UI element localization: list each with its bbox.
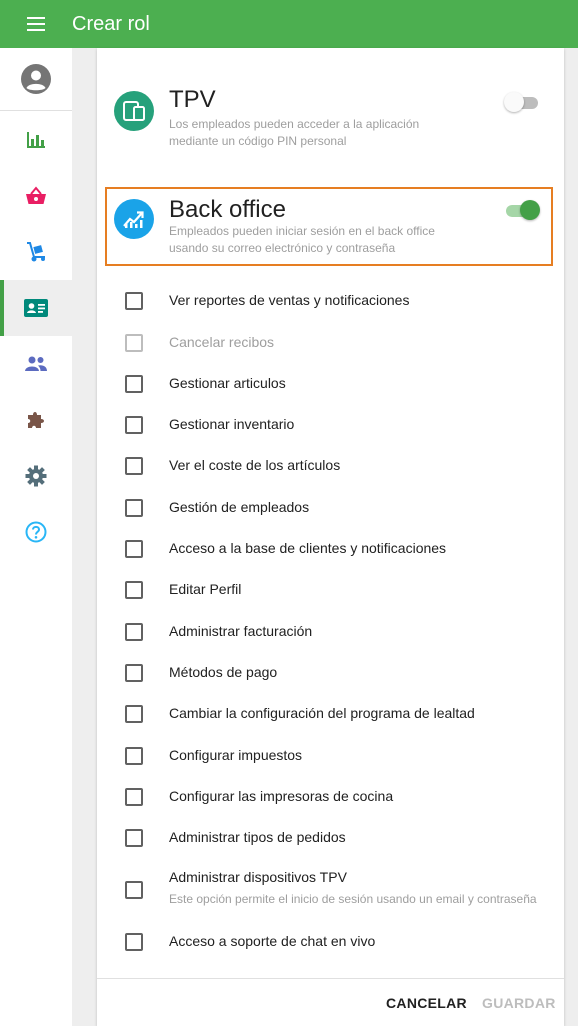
permission-checkbox[interactable]	[125, 788, 143, 806]
permission-label: Ver reportes de ventas y notificaciones	[169, 292, 410, 308]
permission-label: Gestión de empleados	[169, 499, 310, 515]
permission-label: Acceso a la base de clientes y notificac…	[169, 540, 447, 556]
permission-label: Configurar las impresoras de cocina	[169, 788, 394, 804]
backoffice-toggle[interactable]	[504, 200, 540, 220]
page-title: Crear rol	[72, 12, 150, 35]
permission-checkbox[interactable]	[125, 334, 143, 352]
tpv-toggle[interactable]	[504, 92, 540, 112]
permission-item[interactable]: Acceso a la base de clientes y notificac…	[97, 529, 564, 569]
app-bar: Crear rol	[0, 0, 578, 48]
permission-checkbox[interactable]	[125, 829, 143, 847]
permission-label: Ver el coste de los artículos	[169, 457, 341, 473]
permission-item[interactable]: Cambiar la configuración del programa de…	[97, 694, 564, 734]
permission-checkbox[interactable]	[125, 747, 143, 765]
permission-item[interactable]: Gestión de empleados	[97, 488, 564, 528]
help-icon	[25, 521, 47, 543]
form-footer: CANCELAR GUARDAR	[97, 978, 564, 1026]
permission-label: Cancelar recibos	[169, 334, 275, 350]
role-tpv-description: Los empleados pueden acceder a la aplica…	[169, 117, 420, 148]
permission-item[interactable]: Ver el coste de los artículos	[97, 446, 564, 486]
menu-icon[interactable]	[0, 0, 72, 48]
permission-checkbox[interactable]	[125, 457, 143, 475]
sidebar-item-reports[interactable]	[0, 112, 72, 168]
trend-chart-icon	[114, 199, 154, 239]
permission-item[interactable]: Acceso a soporte de chat en vivo	[97, 922, 564, 962]
sidebar-item-settings[interactable]	[0, 448, 72, 504]
basket-icon	[26, 186, 46, 204]
pos-device-icon	[114, 91, 154, 131]
sidebar-item-customers[interactable]	[0, 336, 72, 392]
permission-label: Administrar dispositivos TPV	[169, 869, 347, 885]
permission-checkbox[interactable]	[125, 540, 143, 558]
save-button[interactable]: GUARDAR	[482, 995, 556, 1011]
permission-item[interactable]: Configurar las impresoras de cocina	[97, 777, 564, 817]
sidebar	[0, 48, 72, 1026]
permission-checkbox[interactable]	[125, 375, 143, 393]
role-backoffice-title: Back office	[169, 196, 286, 223]
permission-item[interactable]: Cancelar recibos	[97, 323, 564, 363]
permission-label: Administrar facturación	[169, 623, 313, 639]
sidebar-item-employees[interactable]	[0, 280, 72, 336]
permission-label: Editar Perfil	[169, 581, 242, 597]
hand-truck-icon	[27, 242, 45, 262]
permission-checkbox[interactable]	[125, 416, 143, 434]
role-tpv: TPV Los empleados pueden acceder a la ap…	[97, 84, 564, 154]
role-backoffice: Back office Empleados pueden iniciar ses…	[97, 193, 564, 263]
permission-checkbox[interactable]	[125, 581, 143, 599]
sidebar-item-inventory[interactable]	[0, 224, 72, 280]
permission-checkbox[interactable]	[125, 292, 143, 310]
role-backoffice-description: Empleados pueden iniciar sesión en el ba…	[169, 224, 435, 255]
puzzle-icon	[28, 412, 44, 428]
permission-label: Configurar impuestos	[169, 747, 303, 763]
permission-label: Métodos de pago	[169, 664, 278, 680]
sidebar-item-integrations[interactable]	[0, 392, 72, 448]
permission-item[interactable]: Administrar facturación	[97, 612, 564, 652]
sidebar-item-help[interactable]	[0, 504, 72, 560]
bar-chart-icon	[27, 132, 45, 148]
permission-label: Gestionar articulos	[169, 375, 286, 391]
people-icon	[25, 356, 47, 371]
role-form-card: TPV Los empleados pueden acceder a la ap…	[97, 48, 564, 1026]
permission-label: Gestionar inventario	[169, 416, 295, 432]
sidebar-item-items[interactable]	[0, 168, 72, 224]
permission-checkbox[interactable]	[125, 623, 143, 641]
permission-checkbox[interactable]	[125, 881, 143, 899]
role-tpv-title: TPV	[169, 86, 216, 113]
permission-item[interactable]: Administrar dispositivos TPV Este opción…	[97, 869, 564, 912]
permission-label: Acceso a soporte de chat en vivo	[169, 933, 376, 949]
permission-item[interactable]: Editar Perfil	[97, 570, 564, 610]
permission-item[interactable]: Ver reportes de ventas y notificaciones	[97, 281, 564, 321]
permission-item[interactable]: Métodos de pago	[97, 653, 564, 693]
permission-item[interactable]: Configurar impuestos	[97, 736, 564, 776]
permission-checkbox[interactable]	[125, 499, 143, 517]
cancel-button[interactable]: CANCELAR	[386, 995, 467, 1011]
permission-item[interactable]: Gestionar articulos	[97, 364, 564, 404]
permission-item[interactable]: Gestionar inventario	[97, 405, 564, 445]
id-card-icon	[24, 299, 48, 317]
permission-checkbox[interactable]	[125, 664, 143, 682]
avatar[interactable]	[0, 48, 72, 111]
permission-checkbox[interactable]	[125, 933, 143, 951]
account-icon	[21, 64, 51, 94]
permission-label: Administrar tipos de pedidos	[169, 829, 346, 845]
permission-label: Cambiar la configuración del programa de…	[169, 705, 475, 721]
permission-item[interactable]: Administrar tipos de pedidos	[97, 818, 564, 858]
permission-hint: Este opción permite el inicio de sesión …	[169, 892, 537, 906]
permission-checkbox[interactable]	[125, 705, 143, 723]
gear-icon	[25, 465, 47, 487]
